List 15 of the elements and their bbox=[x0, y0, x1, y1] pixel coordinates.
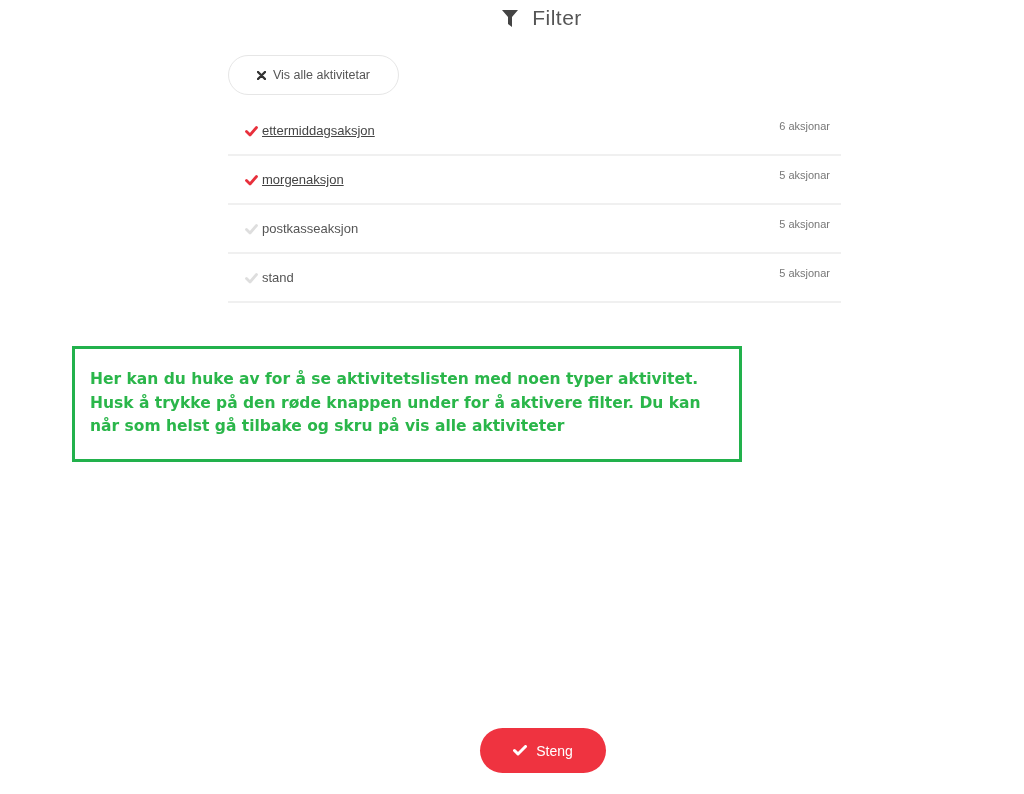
activity-count: 5 aksjonar bbox=[779, 169, 830, 181]
close-button[interactable]: Steng bbox=[480, 728, 606, 773]
annotation-text: Her kan du huke av for å se aktivitetslisten med noen typer aktivitet. Husk å trykke på den røde knappen under for å aktivere filter. Du kan når som helst gå tilbake og skru på vis alle aktiviteter bbox=[90, 369, 701, 437]
activity-link[interactable]: ettermiddagsaksjon bbox=[262, 123, 375, 138]
activity-count: 5 aksjonar bbox=[779, 267, 830, 279]
activity-count: 5 aksjonar bbox=[779, 218, 830, 230]
check-icon bbox=[513, 745, 528, 756]
activity-count: 6 aksjonar bbox=[779, 120, 830, 132]
activity-link[interactable]: stand bbox=[262, 270, 294, 285]
close-icon bbox=[256, 70, 266, 80]
filter-title: Filter bbox=[532, 6, 582, 30]
activity-link[interactable]: postkasseaksjon bbox=[262, 221, 359, 236]
show-all-button[interactable]: Vis alle aktivitetar bbox=[228, 55, 399, 95]
activity-link[interactable]: morgenaksjon bbox=[262, 172, 344, 187]
filter-icon bbox=[502, 9, 519, 27]
